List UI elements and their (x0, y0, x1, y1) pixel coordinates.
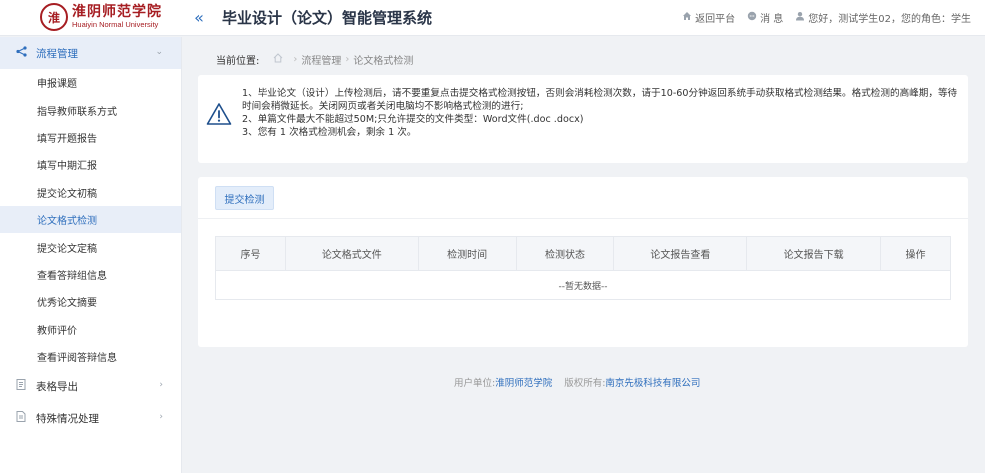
notice-panel: 1、毕业论文（设计）上传检测后，请不要重复点击提交格式检测按钮，否则会消耗检测次… (198, 75, 968, 163)
breadcrumb-separator: › (345, 54, 350, 65)
breadcrumb-prefix: 当前位置: (216, 56, 260, 67)
university-seal-icon: 淮 (40, 3, 68, 31)
menu-group-special-cases[interactable]: 特殊情况处理 › (0, 402, 181, 434)
message-icon (747, 11, 757, 24)
user-icon (795, 11, 805, 24)
table-row: --暂无数据-- (215, 270, 951, 300)
user-info[interactable]: 您好，测试学生02，您的角色：学生 (795, 10, 971, 25)
divider (198, 218, 968, 219)
sidebar-item-defense-group[interactable]: 查看答辩组信息 (0, 261, 181, 288)
column-header-index: 序号 (215, 236, 286, 271)
notice-line: 2、单篇文件最大不能超过50M;只允许提交的文件类型：Word文件(.doc .… (242, 114, 584, 125)
format-check-panel: 提交检测 序号 论文格式文件 检测时间 检测状态 论文报告查看 论文报告下载 操… (198, 177, 968, 347)
column-header-time: 检测时间 (417, 236, 517, 271)
column-header-report-download: 论文报告下载 (746, 236, 882, 271)
table-header-row: 序号 论文格式文件 检测时间 检测状态 论文报告查看 论文报告下载 操作 (215, 236, 951, 271)
notice-line: 3、您有 1 次格式检测机会，剩余 1 次。 (242, 127, 417, 138)
menu-group-label: 表格导出 (36, 380, 78, 393)
notice-line: 1、毕业论文（设计）上传检测后，请不要重复点击提交格式检测按钮，否则会消耗检测次… (242, 88, 958, 99)
sidebar-item-opening-report[interactable]: 填写开题报告 (0, 124, 181, 151)
column-header-status: 检测状态 (515, 236, 615, 271)
breadcrumb-parent-link[interactable]: 流程管理 (301, 52, 341, 67)
sidebar-item-midterm-report[interactable]: 填写中期汇报 (0, 151, 181, 178)
process-submenu: 申报课题 指导教师联系方式 填写开题报告 填写中期汇报 提交论文初稿 论文格式检… (0, 69, 181, 370)
logo-english-name: Huaiyin Normal University (72, 20, 159, 30)
column-header-file: 论文格式文件 (284, 236, 419, 271)
chevron-down-icon: ⌄ (155, 47, 163, 57)
user-greeting: 您好，测试学生02，您的角色：学生 (808, 14, 971, 25)
return-platform-label: 返回平台 (695, 14, 736, 25)
notice-line: 时间会稍微延长。关闭网页或者关闭电脑均不影响格式检测的进行; (242, 101, 524, 112)
chevron-right-icon: › (159, 412, 163, 423)
sidebar-item-submit-final[interactable]: 提交论文定稿 (0, 233, 181, 260)
home-icon (682, 11, 692, 24)
seal-char: 淮 (47, 10, 60, 25)
sidebar-item-excellent-abstract[interactable]: 优秀论文摘要 (0, 288, 181, 315)
column-header-report-view: 论文报告查看 (613, 236, 748, 271)
collapse-sidebar-icon[interactable]: « (190, 8, 208, 27)
sidebar-item-review-defense-info[interactable]: 查看评阅答辩信息 (0, 343, 181, 370)
logo-chinese-name: 淮阴师范学院 (72, 4, 162, 21)
breadcrumb: 当前位置: › 流程管理 › 论文格式检测 (216, 52, 413, 67)
sidebar-item-format-check[interactable]: 论文格式检测 (0, 205, 181, 234)
footer-copyright-label: 版权所有: (564, 378, 606, 389)
check-results-table: 序号 论文格式文件 检测时间 检测状态 论文报告查看 论文报告下载 操作 --暂… (215, 236, 951, 300)
file-icon (16, 411, 28, 425)
menu-group-label: 流程管理 (36, 47, 78, 60)
warning-icon (206, 103, 232, 125)
document-icon (16, 379, 28, 393)
empty-data-message: --暂无数据-- (215, 270, 951, 300)
sidebar-item-advisor-contact[interactable]: 指导教师联系方式 (0, 96, 181, 123)
submit-check-button[interactable]: 提交检测 (215, 186, 274, 210)
share-icon (16, 46, 28, 60)
top-header: 淮 淮阴师范学院 Huaiyin Normal University « 毕业设… (0, 0, 985, 36)
footer-company-link[interactable]: 南京先极科技有限公司 (605, 375, 700, 389)
sidebar-item-teacher-evaluation[interactable]: 教师评价 (0, 316, 181, 343)
sidebar-item-submit-draft[interactable]: 提交论文初稿 (0, 179, 181, 206)
sidebar: 流程管理 ⌄ 申报课题 指导教师联系方式 填写开题报告 填写中期汇报 提交论文初… (0, 37, 182, 473)
menu-group-process-management[interactable]: 流程管理 ⌄ (0, 37, 181, 69)
university-logo[interactable]: 淮 淮阴师范学院 Huaiyin Normal University (40, 2, 170, 32)
footer-unit-label: 用户单位: (454, 378, 496, 389)
chevron-right-icon: › (159, 380, 163, 391)
menu-group-table-export[interactable]: 表格导出 › (0, 370, 181, 402)
menu-group-label: 特殊情况处理 (36, 412, 99, 425)
messages-link[interactable]: 消 息 (747, 10, 783, 25)
app-title: 毕业设计（论文）智能管理系统 (222, 9, 433, 27)
home-icon[interactable] (273, 53, 283, 66)
breadcrumb-current: 论文格式检测 (353, 56, 414, 67)
column-header-actions: 操作 (880, 236, 951, 271)
breadcrumb-separator: › (293, 54, 298, 65)
footer: 用户单位: 淮阴师范学院 版权所有: 南京先极科技有限公司 (454, 375, 700, 389)
footer-unit-link[interactable]: 淮阴师范学院 (495, 375, 552, 389)
return-platform-link[interactable]: 返回平台 (682, 10, 735, 25)
sidebar-item-apply-topic[interactable]: 申报课题 (0, 69, 181, 96)
messages-label: 消 息 (760, 14, 784, 25)
